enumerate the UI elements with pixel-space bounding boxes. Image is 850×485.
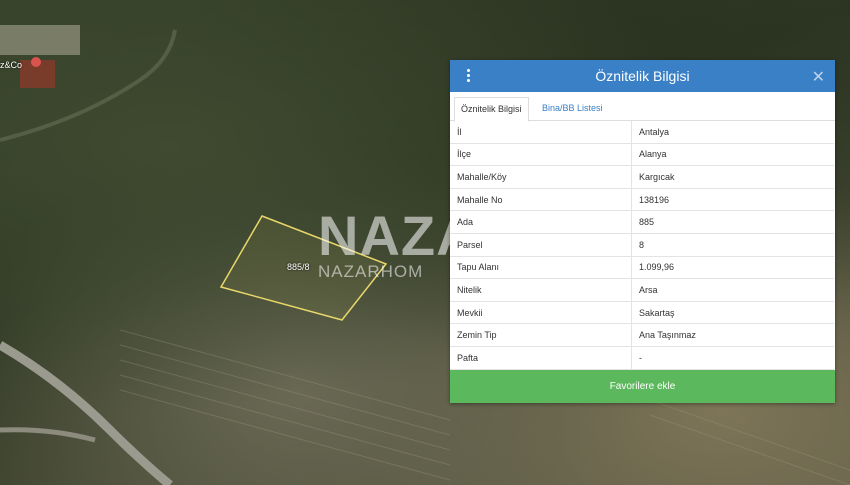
road [0,341,173,485]
attribute-key: Mahalle/Köy [450,165,632,189]
attribute-key: İl [450,121,632,144]
panel-title: Öznitelik Bilgisi [595,68,690,84]
parcel-label[interactable]: 885/8 [287,262,310,272]
attribute-value: Antalya [631,121,834,144]
attribute-value: 138196 [631,188,834,212]
panel-header: Öznitelik Bilgisi ✕ [450,60,835,92]
tab-attribute-info[interactable]: Öznitelik Bilgisi [454,97,529,122]
table-row: Mahalle No 138196 [450,188,834,212]
tab-bar: Öznitelik Bilgisi Bina/BB Listesi [450,92,835,122]
attribute-key: Zemin Tip [450,323,632,347]
attribute-key: Parsel [450,233,632,257]
attribute-value: Alanya [631,143,834,167]
table-row: Nitelik Arsa [450,278,834,302]
attribute-key: Nitelik [450,278,632,302]
table-row: Mahalle/Köy Kargıcak [450,165,834,189]
attribute-value: Kargıcak [631,165,834,189]
poi-label: z&Co [0,60,23,70]
attribute-value: Sakartaş [631,301,834,325]
attribute-key: İlçe [450,143,632,167]
attribute-value: - [631,346,834,370]
table-row: İlçe Alanya [450,143,834,167]
add-to-favorites-button[interactable]: Favorilere ekle [450,370,835,403]
poi-marker-icon [31,57,41,67]
tab-building-list[interactable]: Bina/BB Listesi [536,97,609,120]
close-icon[interactable]: ✕ [812,67,825,87]
attribute-key: Pafta [450,346,632,370]
attribute-value: 1.099,96 [631,256,834,280]
road [0,427,96,443]
attribute-key: Tapu Alanı [450,256,632,280]
attribute-key: Mevkii [450,301,632,325]
attribute-key: Ada [450,210,632,234]
attribute-key: Mahalle No [450,188,632,212]
attribute-value: 885 [631,210,834,234]
attribute-value: Ana Taşınmaz [631,323,834,347]
table-row: Zemin Tip Ana Taşınmaz [450,323,834,347]
table-row: Pafta - [450,346,834,370]
table-row: Mevkii Sakartaş [450,301,834,325]
table-row: Parsel 8 [450,233,834,257]
attribute-info-panel: Öznitelik Bilgisi ✕ Öznitelik Bilgisi Bi… [450,60,835,403]
attribute-table: İl Antalya İlçe Alanya Mahalle/Köy Kargıcak Ma… [450,121,834,370]
building [0,25,80,55]
watermark-text: NAZARHOM [318,262,424,281]
table-row: İl Antalya [450,121,834,144]
table-row: Ada 885 [450,210,834,234]
table-row: Tapu Alanı 1.099,96 [450,256,834,280]
attribute-value: Arsa [631,278,834,302]
attribute-value: 8 [631,233,834,257]
